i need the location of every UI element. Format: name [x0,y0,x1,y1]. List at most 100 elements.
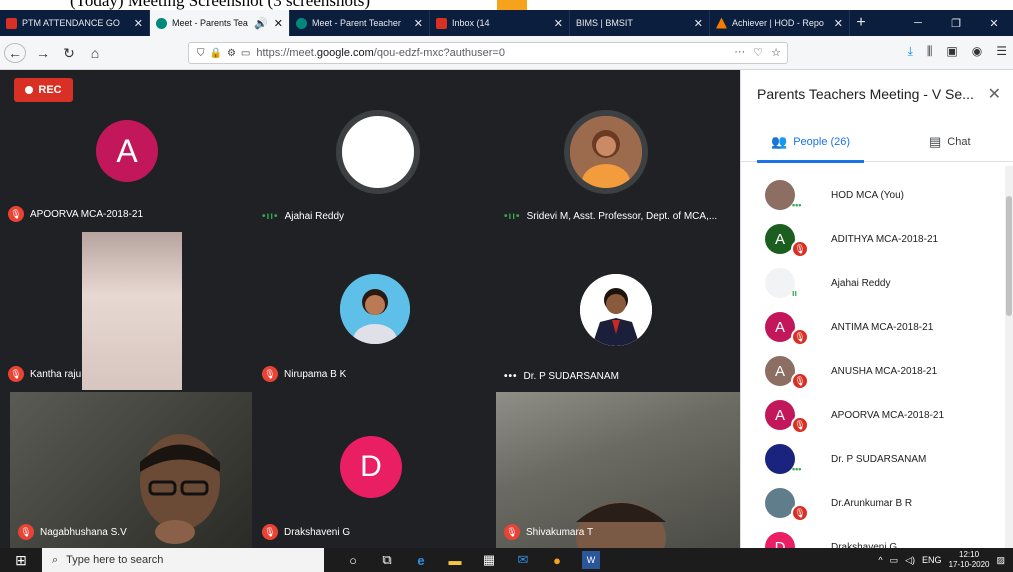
participant-video-tile[interactable]: 🎙 Kantha raju [0,232,252,390]
lock-icon[interactable]: 🔒 [210,48,222,59]
participant-tile[interactable]: 🎙 Nirupama B K [254,232,494,390]
meet-video-grid: REC A 🎙 APOORVA MCA-2018-21 •ıı• Ajahai Re… [0,70,740,548]
tab-inbox[interactable]: Inbox (14 ✕ [430,10,570,36]
network-icon[interactable]: ▭ [890,555,899,566]
close-icon[interactable]: ✕ [554,17,563,30]
language-indicator[interactable]: ENG [922,555,942,565]
tab-ptm-attendance[interactable]: PTM ATTENDANCE GO ✕ [0,10,150,36]
shield-icon[interactable]: ⛉ [197,48,205,59]
mic-off-icon: 🎙 [791,504,809,522]
audio-level-icon: •ıı• [262,211,279,222]
video-feed [82,232,182,390]
participant-tile[interactable]: ••• Dr. P SUDARSANAM [496,232,740,390]
close-icon[interactable]: ✕ [694,17,703,30]
tab-chat[interactable]: ▤ Chat [929,122,971,162]
volume-icon[interactable]: ◁) [905,555,915,566]
participant-tile[interactable]: •ıı• Sridevi M, Asst. Professor, Dept. of… [496,70,740,230]
tile-name-row: 🎙 APOORVA MCA-2018-21 [8,206,143,222]
participant-row[interactable]: A 🎙 ANUSHA MCA-2018-21 [741,350,1006,394]
participant-tile[interactable]: •ıı• Ajahai Reddy [254,70,494,230]
windows-start-icon[interactable]: ⊞ [0,548,42,572]
taskbar-search-box[interactable]: ⌕ Type here to search [42,548,324,572]
restore-icon[interactable]: ❐ [937,10,975,36]
participant-tile[interactable]: D 🎙 Drakshaveni G [254,392,494,548]
close-icon[interactable]: ✕ [988,84,1001,104]
close-icon[interactable]: ✕ [134,17,143,30]
participant-video-tile[interactable]: 🎙 Shivakumara T [496,392,740,548]
word-icon[interactable]: W [582,551,600,569]
participant-video-tile[interactable]: 🎙 Nagabhushana S.V [10,392,252,548]
tile-name: Shivakumara T [526,526,594,538]
participant-row[interactable]: ••• Dr. P SUDARSANAM [741,438,1006,482]
download-icon[interactable]: ⤓ [908,44,913,59]
menu-icon[interactable]: ☰ [996,44,1007,59]
tab-bims[interactable]: BIMS | BMSIT ✕ [570,10,710,36]
store-icon[interactable]: ▦ [480,551,498,569]
tab-label: BIMS | BMSIT [576,18,633,28]
participant-row[interactable]: A 🎙 APOORVA MCA-2018-21 [741,394,1006,438]
participant-list: ••• HOD MCA (You) A 🎙 ADITHYA MCA-2018-21 ıı A… [741,174,1006,570]
clock[interactable]: 12:10 17-10-2020 [949,550,990,570]
tab-achiever[interactable]: Achiever | HOD - Repo ✕ [710,10,850,36]
participant-row[interactable]: A 🎙 ANTIMA MCA-2018-21 [741,306,1006,350]
tab-label: PTM ATTENDANCE GO [22,18,120,28]
avatar: D [340,436,402,498]
speaker-icon[interactable]: 🔊 [254,17,268,30]
participant-name: ADITHYA MCA-2018-21 [831,234,939,245]
bookmark-star-icon[interactable]: ☆ [771,46,781,59]
url-actions: ··· ♡ ☆ [734,46,781,59]
tab-meet-parent-teacher[interactable]: Meet - Parent Teacher ✕ [290,10,430,36]
tile-name-row: •ıı• Ajahai Reddy [262,211,344,222]
home-icon[interactable]: ⌂ [84,43,106,63]
close-icon[interactable]: ✕ [834,17,843,30]
people-label: People (26) [793,136,851,148]
page-actions-icon[interactable]: ··· [734,46,745,59]
tab-meet-parents[interactable]: Meet - Parents Tea 🔊 ✕ [150,10,290,36]
task-view-icon[interactable]: ⧉ [378,551,396,569]
participant-name: HOD MCA (You) [831,190,904,201]
close-window-icon[interactable]: ✕ [975,10,1013,36]
forward-icon[interactable]: → [32,43,54,63]
edge-icon[interactable]: e [412,551,430,569]
tile-name: Sridevi M, Asst. Professor, Dept. of MCA… [526,211,718,222]
url-domain: google.com [316,47,374,59]
scrollbar[interactable] [1005,166,1013,548]
more-dots-icon: ••• [792,464,802,474]
participant-avatar [765,444,795,474]
participant-row[interactable]: A 🎙 ADITHYA MCA-2018-21 [741,218,1006,262]
tile-name-row: •ıı• Sridevi M, Asst. Professor, Dept. of… [504,211,717,222]
firefox-icon[interactable]: ● [548,551,566,569]
account-icon[interactable]: ◉ [972,44,982,59]
side-panel: Parents Teachers Meeting - V Se... ✕ 👥 P… [740,70,1013,566]
back-icon[interactable]: ← [4,43,26,63]
participant-row[interactable]: 🎙 Dr.Arunkumar B R [741,482,1006,526]
browser-nav-bar: ← → ↻ ⌂ ⛉ 🔒 ⚙ ▭ https://meet. google.com /… [0,36,1013,70]
mail-icon[interactable]: ✉ [514,551,532,569]
notification-icon[interactable]: ▨ [996,555,1005,566]
file-explorer-icon[interactable]: ▬ [446,551,464,569]
avatar: A [96,120,158,182]
mic-off-icon: 🎙 [791,240,809,258]
cortana-icon[interactable]: ○ [344,551,362,569]
reload-icon[interactable]: ↻ [58,43,80,63]
tab-people[interactable]: 👥 People (26) [756,122,865,163]
close-icon[interactable]: ✕ [274,17,283,30]
meet-icon [156,17,167,29]
screen-share-icon[interactable]: ▭ [241,48,250,59]
close-icon[interactable]: ✕ [414,17,423,30]
new-tab-button[interactable]: + [850,10,872,36]
url-bar[interactable]: ⛉ 🔒 ⚙ ▭ https://meet. google.com/qou-edzf… [188,42,788,64]
participant-row[interactable]: ••• HOD MCA (You) [741,174,1006,218]
permissions-icon[interactable]: ⚙ [227,48,236,59]
chevron-up-icon[interactable]: ^ [878,555,882,565]
minimize-icon[interactable]: ─ [899,10,937,36]
library-icon[interactable]: ⫼ [927,44,933,59]
tab-label: Meet - Parent Teacher [312,18,401,28]
participant-row[interactable]: ıı Ajahai Reddy [741,262,1006,306]
tile-name-row: 🎙 Drakshaveni G [262,524,350,540]
pocket-icon[interactable]: ♡ [753,46,763,59]
sidebar-icon[interactable]: ▣ [946,44,957,59]
mic-off-icon: 🎙 [791,416,809,434]
scrollbar-thumb[interactable] [1006,196,1012,316]
gmail-icon [6,17,17,29]
